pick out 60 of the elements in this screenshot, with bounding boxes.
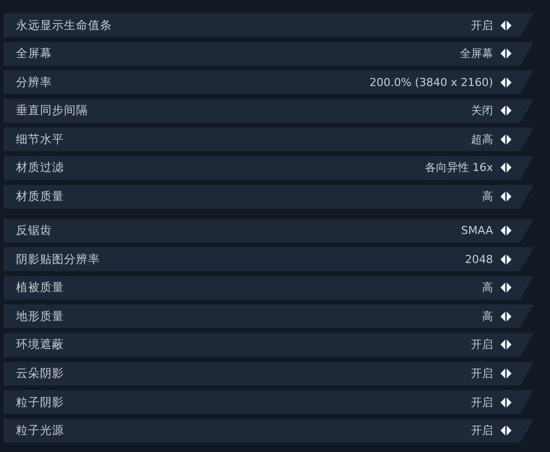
setting-value: 高 — [482, 280, 493, 296]
left-right-arrows-icon[interactable] — [500, 425, 512, 436]
setting-value: 开启 — [471, 18, 493, 32]
setting-row[interactable]: 地形质量 高 — [4, 304, 534, 328]
setting-label: 粒子光源 — [16, 423, 65, 438]
setting-row[interactable]: 阴影贴图分辨率 2048 — [4, 247, 534, 272]
setting-row[interactable]: 全屏幕 全屏幕 — [4, 42, 534, 66]
setting-row[interactable]: 永远显示生命值条 开启 — [4, 13, 534, 37]
setting-value: 开启 — [471, 337, 493, 352]
left-right-arrows-icon[interactable] — [500, 282, 512, 294]
setting-label: 地形质量 — [16, 308, 65, 324]
setting-label: 环境遮蔽 — [16, 337, 65, 352]
setting-row[interactable]: 反锯齿 SMAA — [4, 218, 534, 243]
left-right-arrows-icon[interactable] — [500, 254, 512, 265]
setting-row[interactable]: 粒子阴影 开启 — [4, 390, 534, 414]
setting-row[interactable]: 分辨率 200.0% (3840 x 2160) — [4, 70, 534, 94]
left-right-arrows-icon[interactable] — [500, 20, 512, 30]
setting-row[interactable]: 垂直同步间隔 关闭 — [4, 98, 534, 123]
setting-label: 垂直同步间隔 — [16, 103, 89, 118]
setting-label: 分辨率 — [16, 74, 53, 90]
setting-value: 200.0% (3840 x 2160) — [369, 76, 493, 89]
left-right-arrows-icon[interactable] — [500, 310, 512, 322]
left-right-arrows-icon[interactable] — [500, 134, 512, 145]
setting-value: 开启 — [471, 366, 493, 382]
setting-row[interactable]: 粒子光源 开启 — [4, 418, 534, 443]
setting-value: 各向异性 16x — [424, 160, 493, 176]
setting-value: 关闭 — [471, 103, 493, 118]
setting-value: 2048 — [465, 252, 493, 266]
setting-value: 开启 — [471, 423, 493, 438]
setting-row[interactable]: 云朵阴影 开启 — [4, 362, 534, 386]
setting-row[interactable]: 材质质量 高 — [4, 184, 534, 209]
setting-value: SMAA — [461, 224, 493, 238]
setting-label: 永远显示生命值条 — [16, 18, 113, 32]
left-right-arrows-icon[interactable] — [500, 76, 512, 88]
setting-label: 植被质量 — [16, 280, 65, 296]
setting-label: 阴影贴图分辨率 — [16, 252, 101, 267]
setting-value: 全屏幕 — [460, 46, 493, 62]
setting-label: 材质质量 — [16, 189, 65, 204]
setting-row[interactable]: 环境遮蔽 开启 — [4, 332, 534, 357]
setting-label: 粒子阴影 — [16, 394, 65, 410]
setting-label: 全屏幕 — [16, 46, 53, 62]
left-right-arrows-icon[interactable] — [500, 191, 512, 202]
left-right-arrows-icon[interactable] — [500, 368, 512, 380]
setting-value: 高 — [482, 308, 493, 324]
setting-value: 高 — [482, 189, 493, 204]
left-right-arrows-icon[interactable] — [500, 225, 512, 236]
left-right-arrows-icon[interactable] — [500, 339, 512, 350]
setting-row[interactable]: 植被质量 高 — [4, 276, 534, 300]
left-right-arrows-icon[interactable] — [500, 162, 512, 174]
setting-value: 开启 — [471, 394, 493, 410]
left-right-arrows-icon[interactable] — [500, 48, 512, 60]
setting-row[interactable]: 细节水平 超高 — [4, 127, 534, 152]
setting-label: 材质过滤 — [16, 160, 65, 176]
setting-label: 云朵阴影 — [16, 366, 65, 382]
setting-label: 反锯齿 — [16, 223, 53, 238]
left-right-arrows-icon[interactable] — [500, 105, 512, 116]
setting-row[interactable]: 材质过滤 各向异性 16x — [4, 156, 534, 180]
setting-label: 细节水平 — [16, 132, 65, 147]
left-right-arrows-icon[interactable] — [500, 396, 512, 408]
setting-value: 超高 — [471, 132, 493, 147]
